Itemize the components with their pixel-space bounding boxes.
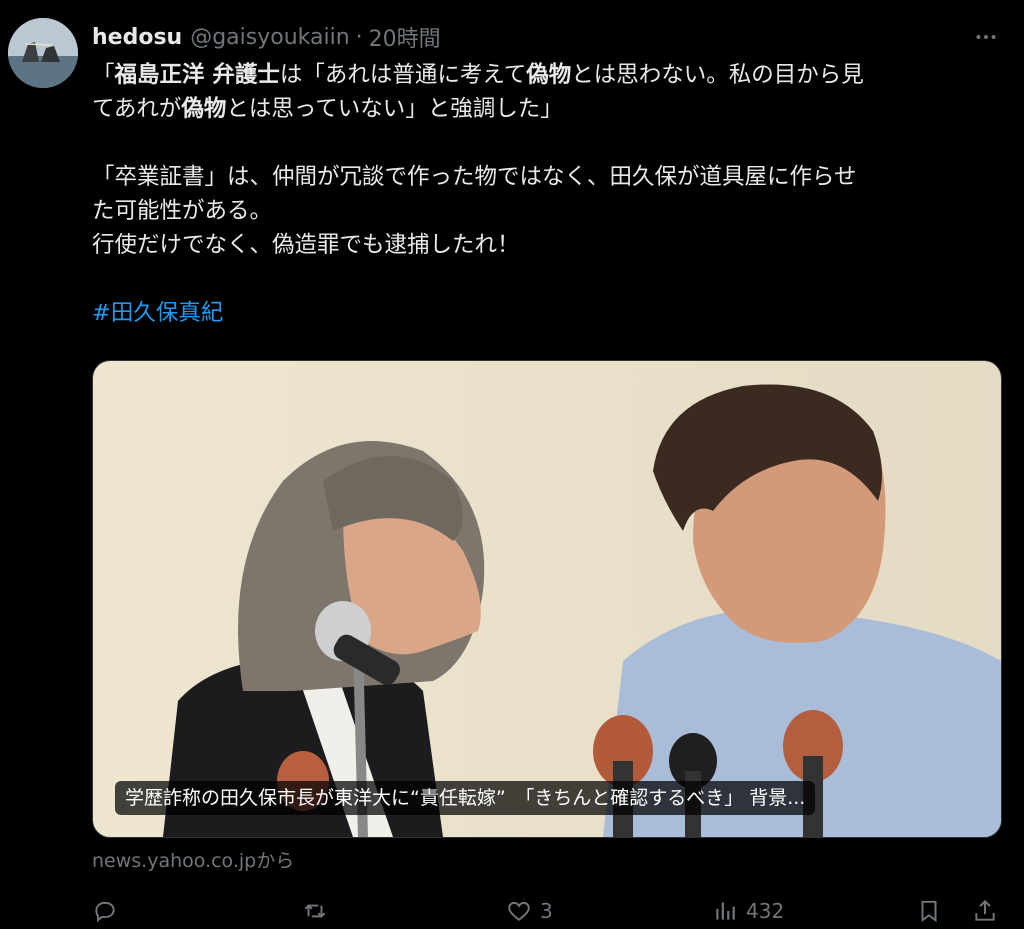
tweet-text: 「福島正洋 弁護士は「あれは普通に考えて偽物とは思わない。私の目から見 てあれが… — [92, 58, 1004, 330]
retweet-icon — [304, 904, 326, 918]
hashtag-link[interactable]: #田久保真紀 — [92, 300, 223, 326]
share-button[interactable] — [972, 893, 998, 929]
avatar[interactable] — [8, 18, 78, 88]
card-source[interactable]: news.yahoo.co.jpから — [92, 846, 294, 873]
bookmark-button[interactable] — [916, 893, 942, 929]
like-button[interactable]: 3 — [506, 893, 553, 929]
author-handle[interactable]: @gaisyoukaiin — [190, 25, 349, 50]
text-line: てあれが偽物とは思っていない」と強調した」 — [92, 96, 563, 122]
views-count: 432 — [746, 899, 785, 923]
reply-icon — [95, 901, 115, 923]
news-photo — [93, 361, 1001, 837]
text-line: た可能性がある。 — [92, 198, 273, 224]
action-bar: 3 432 — [92, 893, 1004, 929]
views-button[interactable]: 432 — [712, 893, 784, 929]
text-line: 行使だけでなく、偽造罪でも逮捕したれ！ — [92, 232, 520, 258]
card-caption: 学歴詐称の田久保市長が東洋大に“責任転嫁” 「きちんと確認するべき」 背景... — [115, 781, 816, 815]
avatar-image — [8, 18, 78, 88]
reply-button[interactable] — [92, 893, 118, 929]
tweet-header: hedosu @gaisyoukaiin · 20時間 — [92, 21, 441, 53]
text-line: 「卒業証書」は、仲間が冗談で作った物ではなく、田久保が道具屋に作らせ — [92, 164, 857, 190]
author-name[interactable]: hedosu — [92, 25, 182, 50]
like-count: 3 — [540, 899, 553, 923]
separator-dot: · — [355, 24, 363, 50]
text-line: 「福島正洋 弁護士は「あれは普通に考えて偽物とは思わない。私の目から見 — [92, 62, 864, 88]
link-card[interactable]: 学歴詐称の田久保市長が東洋大に“責任転嫁” 「きちんと確認するべき」 背景... — [92, 360, 1002, 838]
bookmark-icon — [921, 900, 937, 923]
heart-icon — [508, 901, 530, 921]
share-icon — [975, 899, 995, 921]
retweet-button[interactable] — [302, 893, 328, 929]
views-icon — [716, 902, 735, 920]
more-dots-icon[interactable] — [966, 22, 1006, 52]
timestamp[interactable]: 20時間 — [369, 21, 441, 53]
